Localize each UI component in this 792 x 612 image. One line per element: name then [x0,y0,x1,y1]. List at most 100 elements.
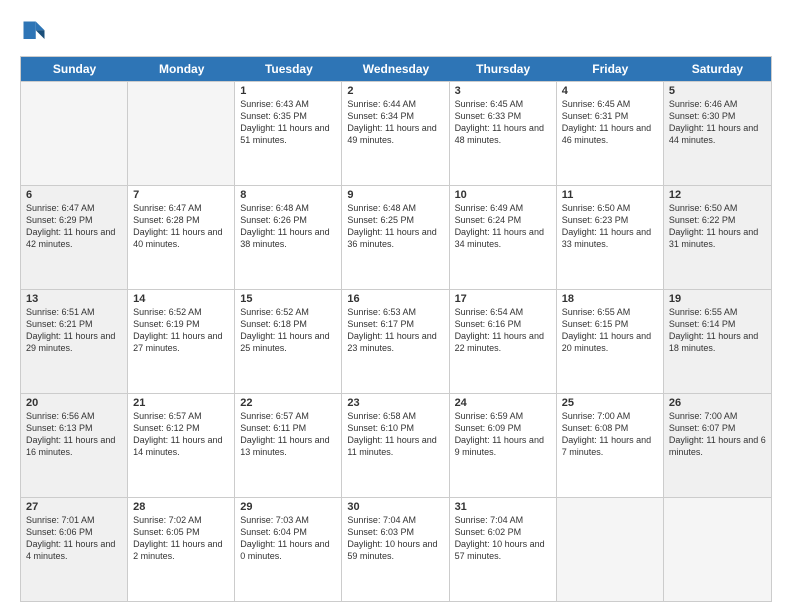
calendar-cell [21,82,128,185]
cell-info: Sunrise: 6:48 AM Sunset: 6:25 PM Dayligh… [347,202,443,251]
calendar-row: 1Sunrise: 6:43 AM Sunset: 6:35 PM Daylig… [21,81,771,185]
calendar-cell [557,498,664,601]
day-number: 15 [240,293,336,305]
day-number: 18 [562,293,658,305]
day-number: 6 [26,189,122,201]
day-number: 29 [240,501,336,513]
weekday-header: Monday [128,57,235,81]
calendar-cell: 23Sunrise: 6:58 AM Sunset: 6:10 PM Dayli… [342,394,449,497]
calendar-cell: 20Sunrise: 6:56 AM Sunset: 6:13 PM Dayli… [21,394,128,497]
weekday-header: Thursday [450,57,557,81]
calendar-cell: 9Sunrise: 6:48 AM Sunset: 6:25 PM Daylig… [342,186,449,289]
cell-info: Sunrise: 6:46 AM Sunset: 6:30 PM Dayligh… [669,98,766,147]
day-number: 13 [26,293,122,305]
calendar: SundayMondayTuesdayWednesdayThursdayFrid… [20,56,772,602]
cell-info: Sunrise: 6:56 AM Sunset: 6:13 PM Dayligh… [26,410,122,459]
calendar-cell: 12Sunrise: 6:50 AM Sunset: 6:22 PM Dayli… [664,186,771,289]
calendar-row: 6Sunrise: 6:47 AM Sunset: 6:29 PM Daylig… [21,185,771,289]
cell-info: Sunrise: 6:57 AM Sunset: 6:11 PM Dayligh… [240,410,336,459]
cell-info: Sunrise: 7:00 AM Sunset: 6:08 PM Dayligh… [562,410,658,459]
day-number: 24 [455,397,551,409]
cell-info: Sunrise: 7:00 AM Sunset: 6:07 PM Dayligh… [669,410,766,459]
day-number: 9 [347,189,443,201]
calendar-cell: 21Sunrise: 6:57 AM Sunset: 6:12 PM Dayli… [128,394,235,497]
calendar-cell: 29Sunrise: 7:03 AM Sunset: 6:04 PM Dayli… [235,498,342,601]
day-number: 2 [347,85,443,97]
cell-info: Sunrise: 6:54 AM Sunset: 6:16 PM Dayligh… [455,306,551,355]
calendar-cell: 22Sunrise: 6:57 AM Sunset: 6:11 PM Dayli… [235,394,342,497]
day-number: 5 [669,85,766,97]
header [20,18,772,46]
day-number: 25 [562,397,658,409]
day-number: 27 [26,501,122,513]
calendar-cell: 8Sunrise: 6:48 AM Sunset: 6:26 PM Daylig… [235,186,342,289]
cell-info: Sunrise: 6:49 AM Sunset: 6:24 PM Dayligh… [455,202,551,251]
day-number: 7 [133,189,229,201]
calendar-cell: 14Sunrise: 6:52 AM Sunset: 6:19 PM Dayli… [128,290,235,393]
calendar-cell: 24Sunrise: 6:59 AM Sunset: 6:09 PM Dayli… [450,394,557,497]
calendar-cell: 30Sunrise: 7:04 AM Sunset: 6:03 PM Dayli… [342,498,449,601]
calendar-cell: 17Sunrise: 6:54 AM Sunset: 6:16 PM Dayli… [450,290,557,393]
cell-info: Sunrise: 6:47 AM Sunset: 6:29 PM Dayligh… [26,202,122,251]
calendar-cell: 1Sunrise: 6:43 AM Sunset: 6:35 PM Daylig… [235,82,342,185]
weekday-header: Wednesday [342,57,449,81]
weekday-header: Friday [557,57,664,81]
day-number: 11 [562,189,658,201]
cell-info: Sunrise: 6:55 AM Sunset: 6:15 PM Dayligh… [562,306,658,355]
day-number: 17 [455,293,551,305]
day-number: 3 [455,85,551,97]
calendar-body: 1Sunrise: 6:43 AM Sunset: 6:35 PM Daylig… [21,81,771,601]
calendar-cell: 10Sunrise: 6:49 AM Sunset: 6:24 PM Dayli… [450,186,557,289]
page: SundayMondayTuesdayWednesdayThursdayFrid… [0,0,792,612]
cell-info: Sunrise: 6:59 AM Sunset: 6:09 PM Dayligh… [455,410,551,459]
cell-info: Sunrise: 6:52 AM Sunset: 6:18 PM Dayligh… [240,306,336,355]
cell-info: Sunrise: 6:50 AM Sunset: 6:22 PM Dayligh… [669,202,766,251]
cell-info: Sunrise: 6:43 AM Sunset: 6:35 PM Dayligh… [240,98,336,147]
day-number: 14 [133,293,229,305]
day-number: 16 [347,293,443,305]
day-number: 1 [240,85,336,97]
calendar-cell: 27Sunrise: 7:01 AM Sunset: 6:06 PM Dayli… [21,498,128,601]
calendar-cell: 18Sunrise: 6:55 AM Sunset: 6:15 PM Dayli… [557,290,664,393]
cell-info: Sunrise: 6:53 AM Sunset: 6:17 PM Dayligh… [347,306,443,355]
cell-info: Sunrise: 7:03 AM Sunset: 6:04 PM Dayligh… [240,514,336,563]
calendar-cell: 3Sunrise: 6:45 AM Sunset: 6:33 PM Daylig… [450,82,557,185]
calendar-cell: 4Sunrise: 6:45 AM Sunset: 6:31 PM Daylig… [557,82,664,185]
cell-info: Sunrise: 6:45 AM Sunset: 6:33 PM Dayligh… [455,98,551,147]
cell-info: Sunrise: 7:01 AM Sunset: 6:06 PM Dayligh… [26,514,122,563]
cell-info: Sunrise: 6:47 AM Sunset: 6:28 PM Dayligh… [133,202,229,251]
day-number: 20 [26,397,122,409]
day-number: 8 [240,189,336,201]
calendar-cell: 11Sunrise: 6:50 AM Sunset: 6:23 PM Dayli… [557,186,664,289]
weekday-header: Saturday [664,57,771,81]
day-number: 26 [669,397,766,409]
cell-info: Sunrise: 7:02 AM Sunset: 6:05 PM Dayligh… [133,514,229,563]
weekday-header: Sunday [21,57,128,81]
calendar-cell: 7Sunrise: 6:47 AM Sunset: 6:28 PM Daylig… [128,186,235,289]
calendar-cell: 13Sunrise: 6:51 AM Sunset: 6:21 PM Dayli… [21,290,128,393]
calendar-cell: 25Sunrise: 7:00 AM Sunset: 6:08 PM Dayli… [557,394,664,497]
calendar-cell: 2Sunrise: 6:44 AM Sunset: 6:34 PM Daylig… [342,82,449,185]
weekday-header: Tuesday [235,57,342,81]
cell-info: Sunrise: 6:48 AM Sunset: 6:26 PM Dayligh… [240,202,336,251]
day-number: 4 [562,85,658,97]
cell-info: Sunrise: 6:52 AM Sunset: 6:19 PM Dayligh… [133,306,229,355]
calendar-cell: 16Sunrise: 6:53 AM Sunset: 6:17 PM Dayli… [342,290,449,393]
calendar-cell [128,82,235,185]
cell-info: Sunrise: 6:58 AM Sunset: 6:10 PM Dayligh… [347,410,443,459]
calendar-cell: 15Sunrise: 6:52 AM Sunset: 6:18 PM Dayli… [235,290,342,393]
day-number: 19 [669,293,766,305]
calendar-cell: 6Sunrise: 6:47 AM Sunset: 6:29 PM Daylig… [21,186,128,289]
day-number: 12 [669,189,766,201]
calendar-cell: 28Sunrise: 7:02 AM Sunset: 6:05 PM Dayli… [128,498,235,601]
day-number: 30 [347,501,443,513]
day-number: 22 [240,397,336,409]
cell-info: Sunrise: 6:51 AM Sunset: 6:21 PM Dayligh… [26,306,122,355]
day-number: 23 [347,397,443,409]
calendar-header: SundayMondayTuesdayWednesdayThursdayFrid… [21,57,771,81]
calendar-row: 20Sunrise: 6:56 AM Sunset: 6:13 PM Dayli… [21,393,771,497]
cell-info: Sunrise: 6:57 AM Sunset: 6:12 PM Dayligh… [133,410,229,459]
cell-info: Sunrise: 6:50 AM Sunset: 6:23 PM Dayligh… [562,202,658,251]
cell-info: Sunrise: 6:44 AM Sunset: 6:34 PM Dayligh… [347,98,443,147]
logo-icon [20,18,48,46]
